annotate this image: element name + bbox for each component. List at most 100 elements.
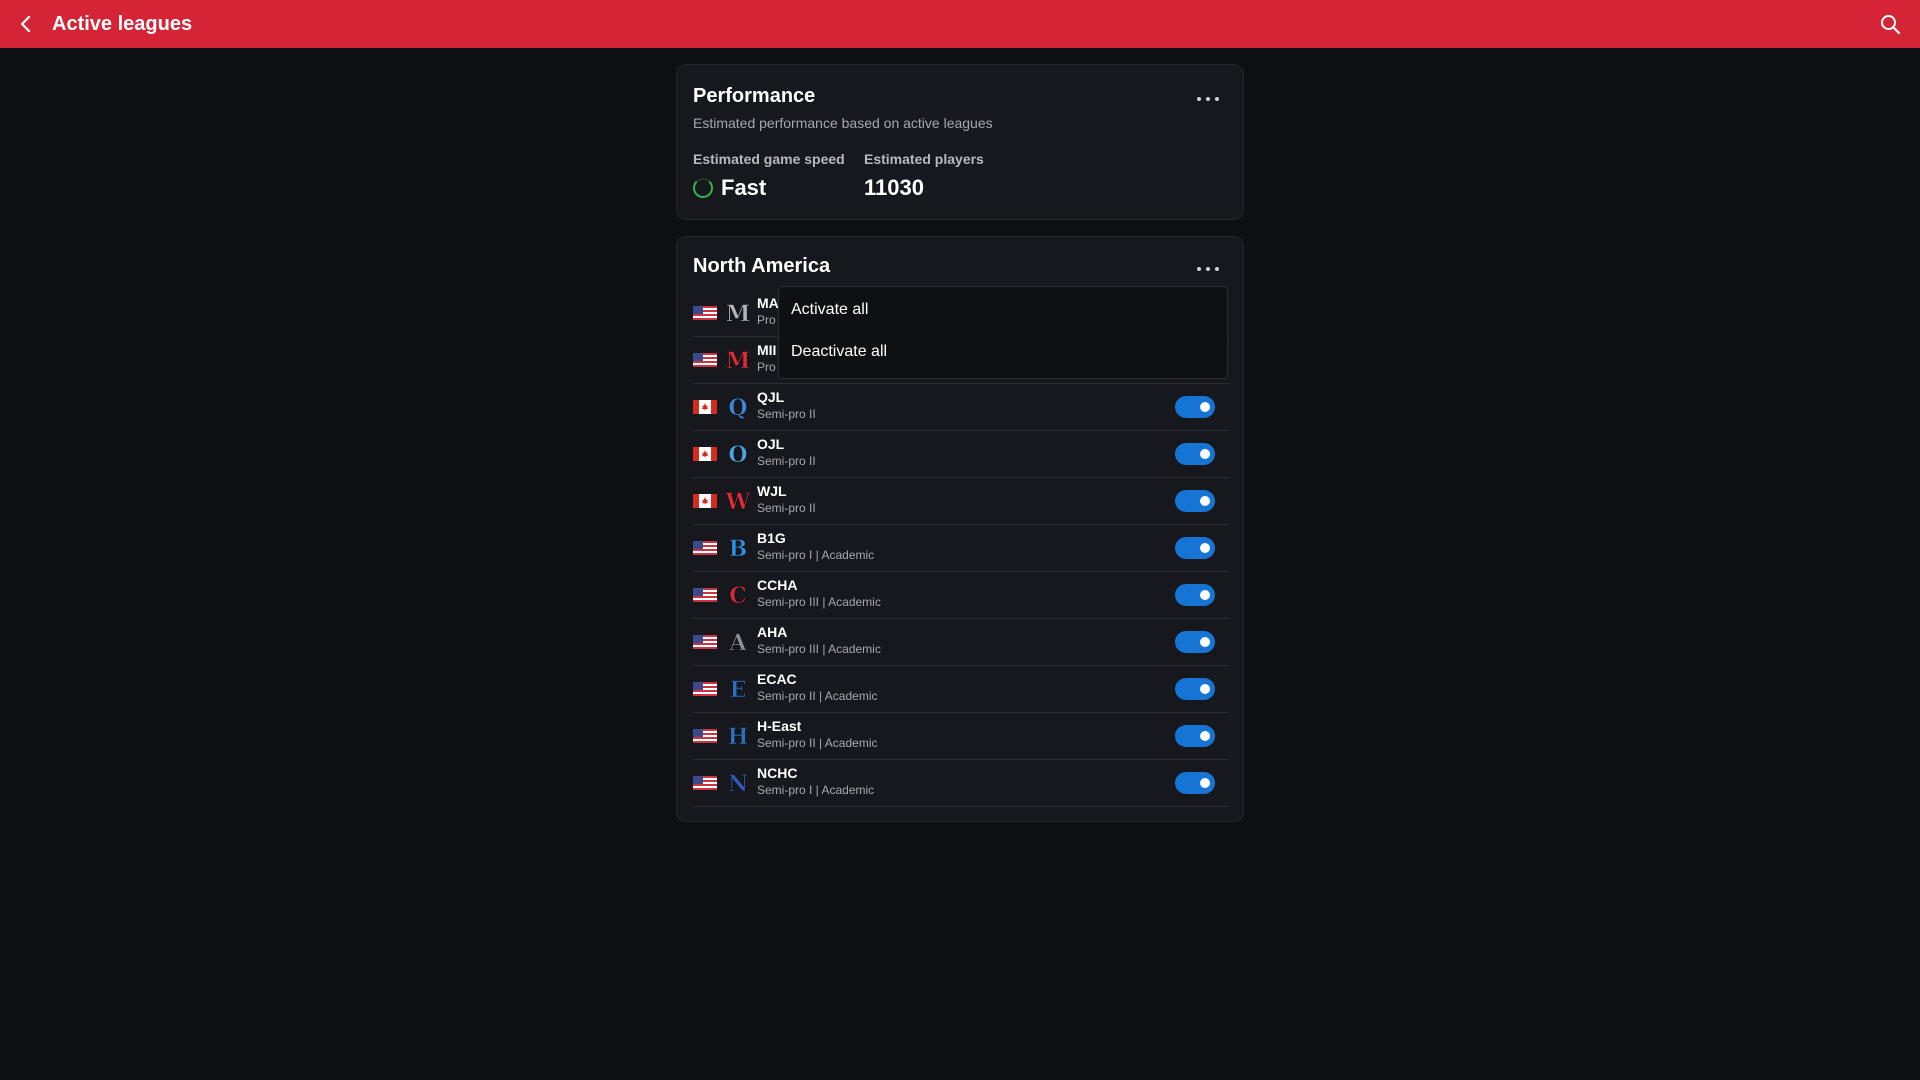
toggle-knob [1200, 684, 1210, 694]
league-logo-icon: C [725, 582, 751, 610]
league-toggle[interactable] [1175, 631, 1215, 653]
league-logo-icon: W [724, 488, 751, 516]
performance-card: Performance Estimated performance based … [676, 64, 1244, 220]
league-row[interactable]: C CCHA Semi-pro III | Academic [693, 571, 1229, 619]
league-row[interactable]: W WJL Semi-pro II [693, 477, 1229, 525]
league-name: MA [757, 295, 779, 311]
league-tier: Pro [757, 360, 776, 374]
league-logo-icon: O [725, 441, 751, 469]
svg-text:E: E [730, 677, 747, 702]
svg-text:M: M [726, 348, 750, 373]
league-logo-icon: E [725, 676, 751, 704]
league-name: ECAC [757, 671, 797, 687]
league-name: AHA [757, 624, 788, 640]
league-name: QJL [757, 389, 785, 405]
canada-flag-icon [693, 494, 717, 508]
svg-text:B: B [729, 536, 748, 561]
league-logo-icon: H [725, 723, 751, 751]
more-options-icon[interactable] [1197, 265, 1219, 273]
league-tier: Semi-pro III | Academic [757, 642, 881, 656]
league-tier: Semi-pro I | Academic [757, 548, 875, 562]
speed-indicator-icon [693, 178, 713, 198]
us-flag-icon [693, 306, 717, 320]
league-toggle[interactable] [1175, 584, 1215, 606]
us-flag-icon [693, 635, 717, 649]
league-tier: Semi-pro II | Academic [757, 736, 878, 750]
league-logo-icon: M [725, 300, 751, 328]
league-name: OJL [757, 436, 785, 452]
league-logo-icon: M [725, 347, 751, 375]
game-speed-text: Fast [721, 175, 767, 200]
app-header: Active leagues [0, 0, 1920, 48]
league-name: B1G [757, 530, 786, 546]
league-tier: Semi-pro III | Academic [757, 595, 881, 609]
league-toggle[interactable] [1175, 443, 1215, 465]
bulk-action-menu: Activate all Deactivate all [778, 286, 1228, 379]
league-toggle[interactable] [1175, 537, 1215, 559]
league-row[interactable]: O OJL Semi-pro II [693, 430, 1229, 478]
league-name: MII [757, 342, 777, 358]
league-tier: Pro [757, 313, 776, 327]
league-tier: Semi-pro II [757, 454, 816, 468]
svg-text:N: N [728, 771, 748, 796]
performance-title: Performance [693, 85, 816, 107]
us-flag-icon [693, 776, 717, 790]
league-toggle[interactable] [1175, 678, 1215, 700]
us-flag-icon [693, 541, 717, 555]
canada-flag-icon [693, 447, 717, 461]
toggle-knob [1200, 731, 1210, 741]
league-logo-icon: Q [725, 394, 751, 422]
league-tier: Semi-pro II | Academic [757, 689, 878, 703]
league-row[interactable]: B B1G Semi-pro I | Academic [693, 524, 1229, 572]
league-tier: Semi-pro I | Academic [757, 783, 875, 797]
players-label: Estimated players [864, 151, 984, 167]
league-tier: Semi-pro II [757, 501, 816, 515]
canada-flag-icon [693, 400, 717, 414]
us-flag-icon [693, 588, 717, 602]
league-row[interactable]: N NCHC Semi-pro I | Academic [693, 759, 1229, 807]
us-flag-icon [693, 729, 717, 743]
league-tier: Semi-pro II [757, 407, 816, 421]
toggle-knob [1200, 496, 1210, 506]
league-name: H-East [757, 718, 802, 734]
chevron-left-icon[interactable] [14, 12, 38, 36]
performance-subtitle: Estimated performance based on active le… [693, 115, 993, 131]
league-row[interactable]: Q QJL Semi-pro II [693, 383, 1229, 431]
search-icon[interactable] [1878, 12, 1902, 36]
svg-text:Q: Q [728, 395, 747, 420]
league-toggle[interactable] [1175, 725, 1215, 747]
us-flag-icon [693, 353, 717, 367]
svg-text:W: W [725, 489, 751, 514]
svg-text:H: H [728, 724, 749, 749]
league-toggle[interactable] [1175, 396, 1215, 418]
game-speed-label: Estimated game speed [693, 151, 845, 167]
toggle-knob [1200, 449, 1210, 459]
deactivate-all-item[interactable]: Deactivate all [791, 337, 1211, 367]
more-options-icon[interactable] [1197, 95, 1219, 103]
league-toggle[interactable] [1175, 772, 1215, 794]
league-name: NCHC [757, 765, 798, 781]
league-row[interactable]: H H-East Semi-pro II | Academic [693, 712, 1229, 760]
svg-text:O: O [728, 442, 747, 467]
league-toggle[interactable] [1175, 490, 1215, 512]
league-logo-icon: B [725, 535, 751, 563]
svg-text:M: M [726, 301, 750, 326]
svg-text:C: C [729, 583, 747, 608]
toggle-knob [1200, 778, 1210, 788]
toggle-knob [1200, 637, 1210, 647]
game-speed-value: Fast [693, 175, 766, 201]
league-logo-icon: N [725, 770, 751, 798]
toggle-knob [1200, 590, 1210, 600]
league-logo-icon: A [725, 629, 751, 657]
toggle-knob [1200, 543, 1210, 553]
region-title: North America [693, 255, 831, 277]
players-value: 11030 [864, 175, 924, 200]
activate-all-item[interactable]: Activate all [791, 295, 1211, 325]
league-row[interactable]: A AHA Semi-pro III | Academic [693, 618, 1229, 666]
league-name: CCHA [757, 577, 798, 593]
svg-text:A: A [728, 630, 747, 655]
page-title: Active leagues [52, 13, 193, 35]
toggle-knob [1200, 402, 1210, 412]
league-row[interactable]: E ECAC Semi-pro II | Academic [693, 665, 1229, 713]
league-name: WJL [757, 483, 787, 499]
